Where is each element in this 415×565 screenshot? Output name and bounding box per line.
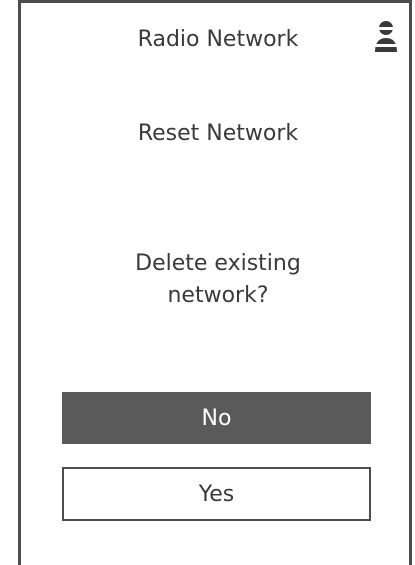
confirmation-prompt: Delete existing network? (135, 251, 301, 308)
header-title: Radio Network (137, 27, 299, 52)
no-button-label: No (201, 405, 232, 431)
device-screen-frame: Radio Network Reset Network Delete exist… (18, 0, 412, 565)
yes-button[interactable]: Yes (62, 467, 371, 521)
no-button[interactable]: No (62, 392, 371, 444)
user-icon[interactable] (373, 18, 399, 54)
screen-heading: Reset Network (137, 121, 299, 146)
yes-button-label: Yes (198, 481, 235, 507)
user-icon-graphic (375, 21, 397, 52)
